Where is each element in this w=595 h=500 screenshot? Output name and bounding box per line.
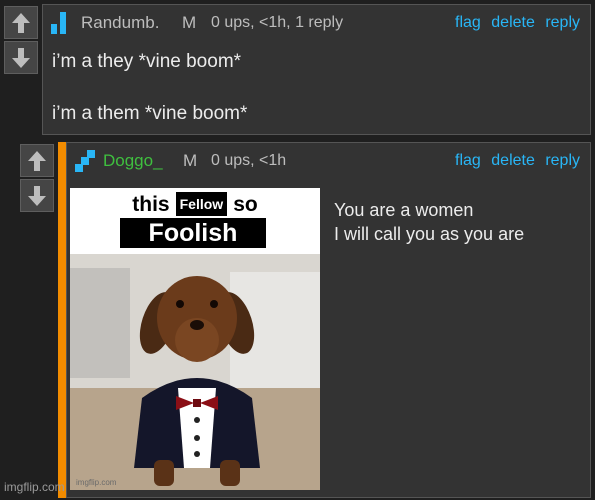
comment-line: You are a women — [334, 200, 474, 220]
flag-link[interactable]: flag — [455, 152, 481, 169]
user-badge: M — [183, 151, 198, 170]
user-badge: M — [182, 13, 197, 32]
diagonal-pixel-icon — [75, 150, 95, 172]
comment-line: i’m a they *vine boom* — [52, 51, 242, 72]
meme-word: so — [233, 193, 258, 216]
reply-link[interactable]: reply — [545, 14, 580, 31]
meme-image[interactable]: this Fellow so Foolish imgflip.com — [70, 188, 320, 490]
username[interactable]: Randumb. — [81, 13, 159, 33]
downvote-button[interactable] — [4, 41, 38, 74]
vote-box — [20, 144, 54, 212]
site-watermark: imgflip.com — [4, 480, 65, 494]
comment-actions: flag delete reply — [449, 14, 580, 32]
arrow-up-icon — [28, 150, 46, 171]
bar-chart-icon — [51, 12, 66, 34]
delete-link[interactable]: delete — [491, 14, 535, 31]
comment-panel: Randumb. M 0 ups, <1h, 1 reply flag dele… — [42, 4, 591, 135]
reply-indicator-bar — [58, 142, 66, 498]
upvote-button[interactable] — [4, 6, 38, 39]
arrow-down-icon — [28, 185, 46, 206]
comment-actions: flag delete reply — [449, 152, 580, 170]
arrow-down-icon — [12, 47, 30, 68]
meme-word: this — [132, 193, 170, 216]
downvote-button[interactable] — [20, 179, 54, 212]
comment-header: Randumb. M 0 ups, <1h, 1 reply flag dele… — [43, 5, 590, 39]
upvote-button[interactable] — [20, 144, 54, 177]
comment-header: Doggo_ M 0 ups, <1h flag delete reply — [67, 143, 590, 177]
comment-meta: 0 ups, <1h, 1 reply — [211, 14, 344, 31]
comment-line: I will call you as you are — [334, 224, 525, 244]
meme-caption-top: this Fellow so — [70, 190, 320, 218]
reply-link[interactable]: reply — [545, 152, 580, 169]
vote-box — [4, 6, 38, 74]
comment-line: i’m a them *vine boom* — [52, 103, 248, 124]
delete-link[interactable]: delete — [491, 152, 535, 169]
comment-meta: 0 ups, <1h — [211, 152, 287, 169]
arrow-up-icon — [12, 12, 30, 33]
username[interactable]: Doggo_ — [103, 151, 163, 171]
meme-caption-bottom: Foolish — [120, 218, 266, 248]
flag-link[interactable]: flag — [455, 14, 481, 31]
meme-fellow-box: Fellow — [173, 190, 230, 218]
meme-watermark: imgflip.com — [76, 478, 117, 487]
